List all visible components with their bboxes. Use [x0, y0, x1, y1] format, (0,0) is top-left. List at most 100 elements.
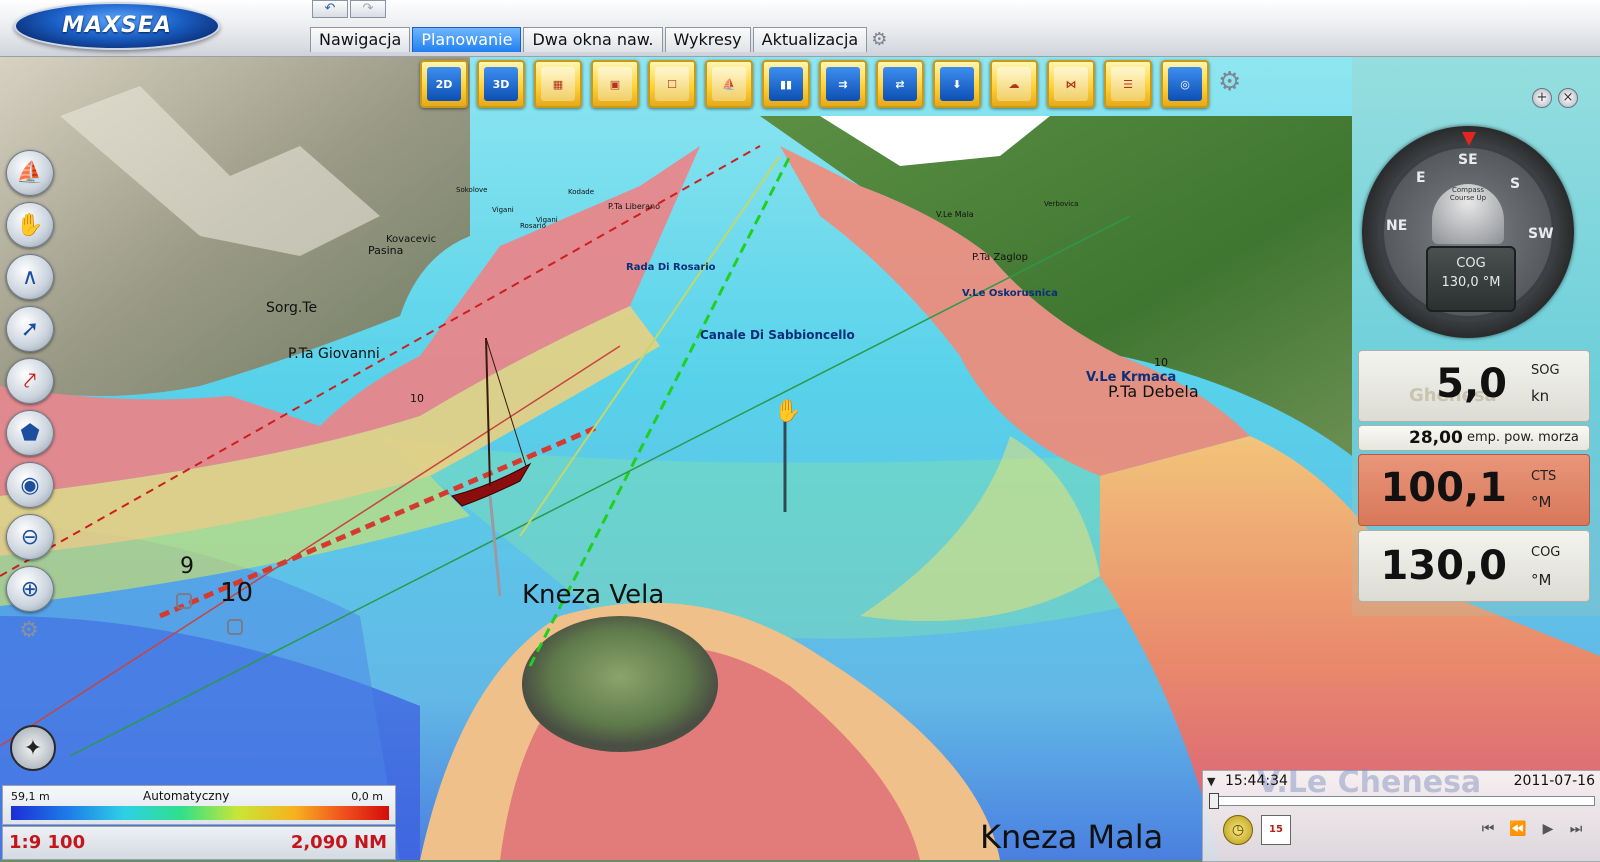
- sog-label: SOG: [1531, 363, 1560, 378]
- current-time: 15:44:34: [1225, 773, 1288, 789]
- chart-distance: 2,090 NM: [290, 832, 387, 853]
- tab-nawigacja[interactable]: Nawigacja: [310, 27, 411, 52]
- map-label: Verbovica: [1044, 200, 1079, 208]
- radar-icon: ◎: [1168, 67, 1202, 101]
- toolbar-gear-icon[interactable]: ⚙: [1218, 60, 1248, 108]
- heading-pointer-icon: [1462, 132, 1476, 146]
- cardinal-ne: NE: [1386, 218, 1408, 234]
- tab-planowanie[interactable]: Planowanie: [412, 27, 522, 52]
- cardinal-sw: SW: [1528, 226, 1554, 242]
- tab-dwa-okna-naw[interactable]: Dwa okna naw.: [523, 27, 663, 52]
- route-tool-button[interactable]: ⤤: [6, 358, 54, 404]
- tabs-gear-icon[interactable]: ⚙: [871, 30, 891, 50]
- tab-wykresy[interactable]: Wykresy: [664, 27, 751, 52]
- divider-tool-button[interactable]: ∧: [6, 254, 54, 300]
- north-up-tool-button[interactable]: ➚: [6, 306, 54, 352]
- route-icon: ⤤: [23, 368, 37, 394]
- cardinal-e: E: [1416, 170, 1426, 186]
- undo-redo-group: ↶ ↷: [312, 0, 388, 18]
- compass-rose-icon: ✦: [23, 735, 43, 761]
- map-label: Kneza Mala: [980, 818, 1164, 856]
- cardinal-s: S: [1510, 176, 1521, 192]
- map-label: Kodade: [568, 188, 595, 196]
- zoom-out-icon: ⊖: [20, 524, 40, 550]
- time-collapse-icon[interactable]: ▼: [1207, 775, 1215, 788]
- cog-unit: °M: [1531, 571, 1552, 589]
- download-weather-button[interactable]: ⬇: [933, 60, 981, 108]
- depth-legend[interactable]: 59,1 m Automatyczny 0,0 m: [2, 785, 396, 825]
- time-slider-thumb[interactable]: [1209, 793, 1219, 809]
- compass-mode-line1: Compass: [1451, 186, 1485, 194]
- chart-raster-icon: ▦: [541, 67, 575, 101]
- zoom-out-tool-button[interactable]: ⊖: [6, 514, 54, 560]
- chart-scale: 1:9 100: [9, 832, 86, 853]
- wind-arrows-button[interactable]: ⇄: [876, 60, 924, 108]
- cog-instrument[interactable]: 130,0 COG °M: [1358, 530, 1590, 602]
- sog-unit: kn: [1531, 387, 1550, 405]
- panel-window-controls: + ×: [1532, 88, 1578, 108]
- view-3d-icon: 3D: [484, 67, 518, 101]
- weather-cloud-button[interactable]: ☁: [990, 60, 1038, 108]
- zoom-in-icon: ⊕: [20, 576, 40, 602]
- sog-instrument[interactable]: Ghenesa 5,0 SOG kn: [1358, 350, 1590, 422]
- hand-cursor-icon: ✋: [774, 398, 801, 424]
- tab-bar: Nawigacja Planowanie Dwa okna naw. Wykre…: [310, 27, 891, 52]
- zoom-in-tool-button[interactable]: ⊕: [6, 566, 54, 612]
- step-back-icon[interactable]: ⏪: [1507, 819, 1529, 839]
- compass-rose-button[interactable]: ✦: [10, 725, 56, 771]
- sea-temp-instrument[interactable]: 28,00 emp. pow. morza: [1358, 425, 1590, 451]
- pan-tool-button[interactable]: ✋: [6, 202, 54, 248]
- view-2d-icon: 2D: [427, 67, 461, 101]
- tab-aktualizacja[interactable]: Aktualizacja: [752, 27, 868, 52]
- skip-end-icon[interactable]: ⏭: [1565, 819, 1587, 839]
- radar-button[interactable]: ◎: [1161, 60, 1209, 108]
- play-icon[interactable]: ▶: [1537, 819, 1559, 839]
- redo-arrow-icon[interactable]: ↷: [350, 0, 386, 18]
- time-panel: V.Le Chenesa ▼ 15:44:34 2011-07-16 ◷ 15 …: [1202, 765, 1600, 862]
- chart-blank-button[interactable]: ☐: [648, 60, 696, 108]
- chart-blank-icon: ☐: [655, 67, 689, 101]
- map-label: P.Ta Zaglop: [972, 252, 1028, 263]
- tide-gauge-button[interactable]: ▮▮: [762, 60, 810, 108]
- compass-readout-label: COG: [1456, 256, 1486, 271]
- skip-start-icon[interactable]: ⏮: [1477, 819, 1499, 839]
- map-label: V.Le Mala: [936, 210, 974, 219]
- time-ghost-label: V.Le Chenesa: [1257, 765, 1482, 800]
- cog-value: 130,0: [1380, 543, 1507, 589]
- map-label: Canale Di Sabbioncello: [700, 328, 855, 342]
- undo-arrow-icon[interactable]: ↶: [312, 0, 348, 18]
- chart-photo-button[interactable]: ▣: [591, 60, 639, 108]
- routing-button[interactable]: ⋈: [1047, 60, 1095, 108]
- cts-unit: °M: [1531, 493, 1552, 511]
- calendar-icon[interactable]: 15: [1261, 815, 1291, 845]
- chart-toolbar: 2D 3D ▦ ▣ ☐ ⛵ ▮▮ ⇉ ⇄ ⬇ ☁ ⋈ ☰ ◎ ⚙: [420, 60, 1248, 108]
- close-panel-button[interactable]: ×: [1558, 88, 1578, 108]
- time-slider[interactable]: [1209, 793, 1595, 809]
- map-label: V.Le Oskorusnica: [962, 288, 1058, 299]
- map-label: Sorg.Te: [266, 300, 318, 316]
- compass-mode: Compass Course Up: [1438, 186, 1498, 202]
- lifebuoy-tool-button[interactable]: ◉: [6, 462, 54, 508]
- boat-red-button[interactable]: ⛵: [705, 60, 753, 108]
- boat-tool-button[interactable]: ⛵: [6, 150, 54, 196]
- current-date: 2011-07-16: [1513, 773, 1595, 789]
- view-3d-button[interactable]: 3D: [477, 60, 525, 108]
- boat-red-icon: ⛵: [712, 67, 746, 101]
- map-label: Kneza Vela: [522, 580, 665, 610]
- depth-min: 59,1 m: [11, 790, 50, 803]
- currents-button[interactable]: ⇉: [819, 60, 867, 108]
- mark-tool-button[interactable]: ⬟: [6, 410, 54, 456]
- add-panel-button[interactable]: +: [1532, 88, 1552, 108]
- clock-icon[interactable]: ◷: [1223, 815, 1253, 845]
- download-weather-icon: ⬇: [940, 67, 974, 101]
- mark-icon: ⬟: [20, 420, 40, 446]
- table-button[interactable]: ☰: [1104, 60, 1152, 108]
- cts-value: 100,1: [1380, 465, 1507, 511]
- cts-instrument[interactable]: 100,1 CTS °M: [1358, 454, 1590, 526]
- depth-max: 0,0 m: [351, 790, 383, 803]
- left-toolbar-gear-icon[interactable]: ⚙: [6, 618, 52, 648]
- view-2d-button[interactable]: 2D: [420, 60, 468, 108]
- weather-cloud-icon: ☁: [997, 67, 1031, 101]
- chart-raster-button[interactable]: ▦: [534, 60, 582, 108]
- scale-bar: 1:9 100 2,090 NM: [2, 826, 396, 860]
